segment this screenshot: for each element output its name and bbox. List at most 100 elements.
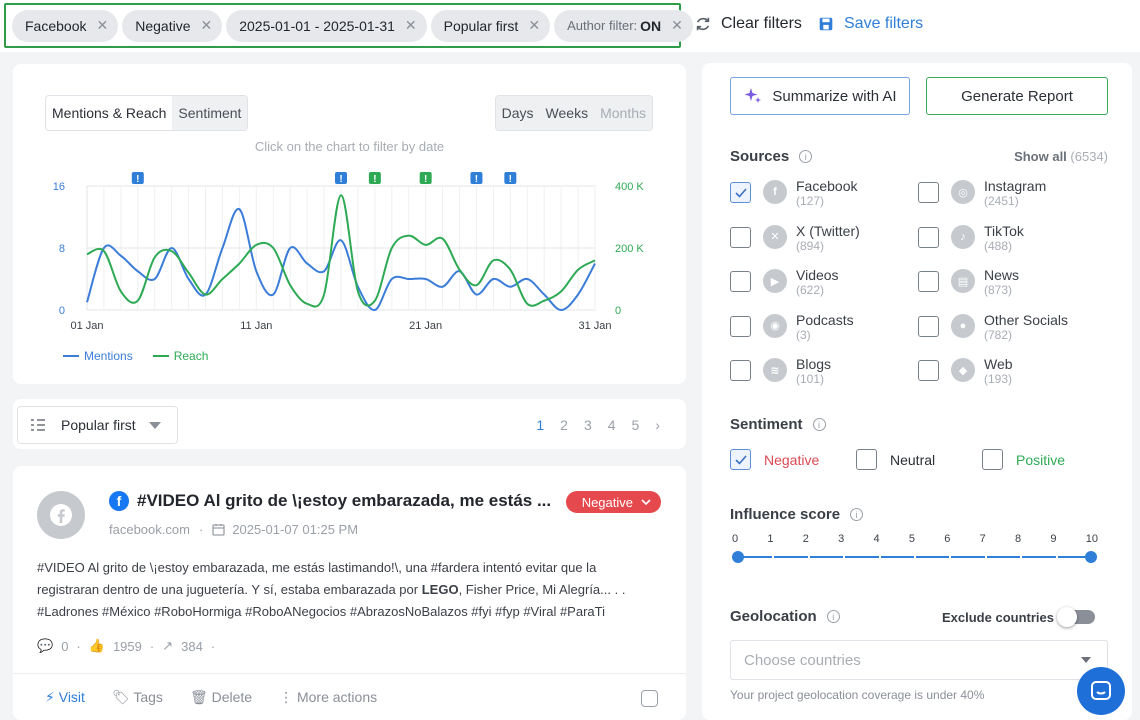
avatar	[37, 491, 85, 539]
legend-mentions[interactable]: Mentions	[63, 349, 133, 363]
remove-chip-icon[interactable]: ✕	[96, 17, 108, 34]
info-icon[interactable]: i	[812, 418, 826, 431]
chart-metric-toggle: Mentions & Reach Sentiment	[45, 95, 249, 131]
influence-tick: 2	[802, 533, 809, 545]
show-all-sources-link[interactable]: Show all (6534)	[1014, 149, 1108, 164]
post-title[interactable]: f #VIDEO Al grito de \¡estoy embarazada,…	[109, 491, 551, 511]
more-actions-button[interactable]: ⋮ More actions	[279, 689, 377, 706]
slider-step	[1020, 555, 1023, 559]
source-name: Other Socials	[984, 311, 1069, 328]
info-icon[interactable]: i	[799, 150, 813, 163]
filter-chip-source[interactable]: Facebook ✕	[12, 9, 119, 42]
exclude-countries-toggle[interactable]	[1057, 607, 1095, 627]
source-instagram[interactable]: ◎ Instagram (2451)	[918, 178, 1046, 209]
sparkle-icon	[744, 88, 762, 103]
tab-sentiment[interactable]: Sentiment	[172, 96, 248, 130]
select-mention-checkbox[interactable]	[641, 690, 658, 707]
source-type-icon: f	[763, 180, 787, 204]
source-name: Blogs	[796, 356, 832, 372]
facebook-icon: f	[109, 491, 129, 511]
page-1[interactable]: 1	[536, 417, 544, 433]
sentiment-neutral[interactable]: Neutral	[856, 449, 935, 470]
source-other-socials[interactable]: ● Other Socials (782)	[918, 312, 1068, 343]
tab-weeks[interactable]: Weeks	[539, 96, 595, 130]
source-count: (193)	[984, 372, 1013, 386]
delete-button[interactable]: 🗑 Delete	[190, 689, 252, 706]
source-blogs[interactable]: ≋ Blogs (101)	[730, 356, 831, 387]
influence-min-handle[interactable]	[732, 551, 744, 563]
source-checkbox[interactable]	[730, 315, 751, 337]
facebook-icon	[50, 504, 72, 526]
bolt-icon: ⚡	[45, 688, 55, 705]
source-checkbox[interactable]	[730, 271, 751, 292]
chart-period-toggle: Days Weeks Months	[494, 95, 653, 131]
sentiment-negative[interactable]: Negative	[730, 449, 819, 470]
filter-chip-sentiment[interactable]: Negative ✕	[122, 9, 223, 42]
summarize-ai-button[interactable]: Summarize with AI	[730, 77, 910, 115]
source-checkbox[interactable]	[918, 226, 939, 248]
source-checkbox[interactable]	[730, 226, 751, 248]
source-web[interactable]: ◆ Web (193)	[918, 356, 1013, 387]
source-podcasts[interactable]: ◉ Podcasts (3)	[730, 312, 854, 343]
remove-chip-icon[interactable]: ✕	[405, 17, 417, 34]
legend-reach[interactable]: Reach	[152, 349, 208, 363]
sentiment-positive[interactable]: Positive	[982, 449, 1065, 470]
source-facebook[interactable]: f Facebook (127)	[730, 178, 857, 209]
tab-days[interactable]: Days	[495, 96, 540, 130]
mention-card: f #VIDEO Al grito de \¡estoy embarazada,…	[13, 466, 686, 720]
page-3[interactable]: 3	[584, 417, 592, 433]
source-checkbox[interactable]	[918, 360, 939, 381]
event-marker-glyph: !	[136, 174, 139, 185]
generate-report-button[interactable]: Generate Report	[926, 77, 1108, 115]
mentions-reach-chart[interactable]: 0 8 16 0 200 K 400 K 01 Jan 11 Jan 21 Jan 31 Jan!…	[13, 164, 686, 364]
save-filters-button[interactable]: Save filters	[817, 15, 923, 33]
x-axis-tick: 01 Jan	[70, 320, 103, 332]
source-tiktok[interactable]: ♪ TikTok (488)	[918, 223, 1024, 254]
source-checkbox[interactable]	[730, 360, 751, 381]
trash-icon: 🗑	[189, 688, 208, 705]
save-icon	[819, 17, 833, 31]
sentiment-badge[interactable]: Negative	[565, 491, 661, 513]
sort-dropdown[interactable]: Popular first	[17, 406, 178, 444]
chat-support-button[interactable]	[1077, 667, 1125, 715]
chart-legend: Mentions Reach	[63, 349, 208, 363]
tags-button[interactable]: 🏷 Tags	[112, 689, 163, 706]
remove-chip-icon[interactable]: ✕	[200, 17, 212, 34]
influence-scale: 0 1 2 3 4 5 6 7 8 9 10	[732, 533, 1098, 545]
slider-step	[772, 555, 775, 559]
filter-chip-sort[interactable]: Popular first ✕	[430, 9, 551, 42]
positive-checkbox[interactable]	[982, 449, 1003, 470]
next-page-icon[interactable]: ›	[655, 417, 660, 433]
filter-chip-date-range[interactable]: 2025-01-01 - 2025-01-31 ✕	[226, 9, 427, 42]
countries-select[interactable]: Choose countries	[730, 640, 1108, 680]
slider-step	[1055, 555, 1058, 559]
remove-chip-icon[interactable]: ✕	[671, 17, 683, 34]
page-4[interactable]: 4	[608, 417, 616, 433]
influence-max-handle[interactable]	[1085, 551, 1097, 563]
source-checkbox[interactable]	[918, 315, 939, 337]
source-checkbox[interactable]	[730, 182, 751, 203]
clear-filters-button[interactable]: Clear filters	[694, 15, 802, 33]
source-news[interactable]: ▤ News (873)	[918, 267, 1019, 298]
source-name: TikTok	[984, 222, 1024, 239]
negative-checkbox[interactable]	[730, 449, 751, 470]
visit-button[interactable]: ⚡ Visit	[45, 689, 85, 706]
source-checkbox[interactable]	[918, 182, 939, 203]
remove-chip-icon[interactable]: ✕	[528, 17, 540, 34]
info-icon[interactable]: i	[826, 610, 840, 623]
source-x-twitter[interactable]: ✕ X (Twitter) (894)	[730, 223, 860, 254]
filter-chip-author[interactable]: Author filter: ON ✕	[554, 9, 693, 42]
right-axis-tick: 0	[615, 305, 621, 317]
chevron-down-icon	[1081, 657, 1091, 663]
page-2[interactable]: 2	[560, 417, 568, 433]
source-checkbox[interactable]	[918, 271, 939, 292]
sentiment-title: Sentiment i	[730, 416, 826, 433]
neutral-checkbox[interactable]	[856, 449, 877, 470]
page-5[interactable]: 5	[632, 417, 640, 433]
x-axis-tick: 11 Jan	[240, 320, 272, 332]
post-domain[interactable]: facebook.com	[109, 522, 190, 537]
source-videos[interactable]: ▶ Videos (622)	[730, 267, 839, 298]
info-icon[interactable]: i	[850, 508, 864, 521]
tab-mentions-reach[interactable]: Mentions & Reach	[46, 96, 173, 130]
tab-months[interactable]: Months	[594, 96, 652, 130]
